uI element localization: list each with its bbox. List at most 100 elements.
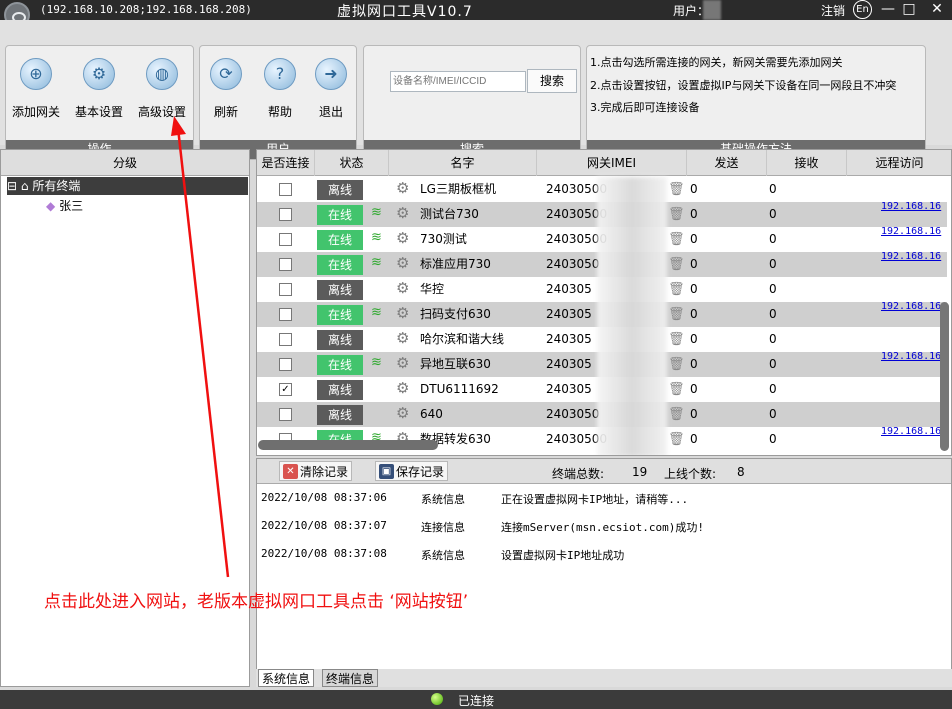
status-badge: 离线 bbox=[317, 380, 363, 400]
delete-icon[interactable]: 🗑 bbox=[668, 232, 685, 247]
total-count: 19 bbox=[632, 465, 648, 479]
connect-checkbox[interactable] bbox=[279, 333, 292, 346]
delete-icon[interactable]: 🗑 bbox=[668, 307, 685, 322]
gateway-name: 华控 bbox=[420, 282, 445, 296]
help-icon: ? bbox=[264, 58, 296, 90]
send-count: 0 bbox=[690, 407, 698, 421]
log-type: 连接信息 bbox=[421, 521, 465, 534]
settings-gear-icon[interactable]: ⚙ bbox=[396, 381, 411, 396]
save-log-button[interactable]: ▣ 保存记录 bbox=[375, 461, 449, 481]
tree-item-zhangsan[interactable]: ◆ 张三 bbox=[46, 197, 83, 215]
send-count: 0 bbox=[690, 432, 698, 446]
add-gateway-icon: ⊕ bbox=[20, 58, 52, 90]
status-badge: 在线 bbox=[317, 305, 363, 325]
remote-access-link[interactable]: 192.168.16 bbox=[881, 201, 941, 212]
tab-system-info[interactable]: 系统信息 bbox=[258, 669, 315, 687]
basic-settings-button[interactable]: ⚙ 基本设置 bbox=[69, 58, 129, 120]
receive-count: 0 bbox=[769, 357, 777, 371]
vertical-scrollbar[interactable] bbox=[940, 302, 949, 451]
delete-icon[interactable]: 🗑 bbox=[668, 207, 685, 222]
remote-access-link[interactable]: 192.168.16 bbox=[881, 251, 941, 262]
settings-gear-icon[interactable]: ⚙ bbox=[396, 356, 411, 371]
advanced-settings-button[interactable]: ◍ 高级设置 bbox=[132, 58, 192, 120]
operations-group: ⊕添加网关 ⚙基本设置 ◍高级设置 操作 bbox=[5, 45, 194, 160]
status-badge: 离线 bbox=[317, 405, 363, 425]
settings-gear-icon[interactable]: ⚙ bbox=[396, 281, 411, 296]
log-time: 2022/10/08 08:37:07 bbox=[261, 519, 387, 532]
tree-item-label: 张三 bbox=[59, 199, 84, 213]
delete-icon[interactable]: 🗑 bbox=[668, 357, 685, 372]
log-message: 正在设置虚拟网卡IP地址，请稍等... bbox=[501, 493, 689, 506]
connect-checkbox[interactable] bbox=[279, 183, 292, 196]
receive-count: 0 bbox=[769, 382, 777, 396]
remote-access-link[interactable]: 192.168.16 bbox=[881, 351, 941, 362]
language-toggle[interactable]: En bbox=[853, 0, 872, 19]
close-button[interactable]: ✕ bbox=[929, 0, 945, 20]
annotation-text: 点击此处进入网站，老版本虚拟网口工具点击 ‘网站按钮’ bbox=[44, 592, 469, 612]
minimize-button[interactable]: — bbox=[880, 0, 896, 20]
receive-count: 0 bbox=[769, 257, 777, 271]
send-count: 0 bbox=[690, 182, 698, 196]
maximize-button[interactable]: □ bbox=[901, 0, 917, 20]
status-badge: 在线 bbox=[317, 255, 363, 275]
delete-icon[interactable]: 🗑 bbox=[668, 282, 685, 297]
tree-collapse-icon[interactable]: ⊟ bbox=[7, 179, 21, 193]
receive-count: 0 bbox=[769, 232, 777, 246]
delete-icon[interactable]: 🗑 bbox=[668, 432, 685, 447]
layers-icon: ◆ bbox=[46, 199, 56, 213]
window-title: 虚拟网口工具V10.7 bbox=[337, 4, 473, 20]
connect-checkbox[interactable] bbox=[279, 308, 292, 321]
search-button[interactable]: 搜索 bbox=[527, 69, 577, 93]
gateway-name: DTU6111692 bbox=[420, 382, 499, 396]
wifi-icon: ≋ bbox=[371, 230, 382, 245]
gateway-imei: 240305 bbox=[546, 357, 592, 371]
horizontal-scrollbar[interactable] bbox=[258, 440, 438, 450]
clear-log-button[interactable]: ✕ 清除记录 bbox=[279, 461, 353, 481]
delete-icon[interactable]: 🗑 bbox=[668, 332, 685, 347]
status-bar: 已连接 bbox=[0, 690, 952, 709]
connect-checkbox[interactable] bbox=[279, 358, 292, 371]
delete-icon[interactable]: 🗑 bbox=[668, 257, 685, 272]
gateway-name: 异地互联630 bbox=[420, 357, 491, 371]
add-gateway-button[interactable]: ⊕ 添加网关 bbox=[6, 58, 66, 120]
connect-checkbox[interactable] bbox=[279, 283, 292, 296]
connect-checkbox[interactable] bbox=[279, 408, 292, 421]
connect-checkbox[interactable]: ✓ bbox=[279, 383, 292, 396]
connect-checkbox[interactable] bbox=[279, 233, 292, 246]
log-type: 系统信息 bbox=[421, 549, 465, 562]
remote-access-link[interactable]: 192.168.16 bbox=[881, 426, 941, 437]
settings-gear-icon[interactable]: ⚙ bbox=[396, 206, 411, 221]
column-header: 发送 bbox=[687, 150, 767, 176]
settings-gear-icon[interactable]: ⚙ bbox=[396, 306, 411, 321]
tree-item-all-terminals[interactable]: ⊟ ⌂ 所有终端 bbox=[7, 177, 248, 195]
search-input[interactable] bbox=[390, 71, 526, 92]
tab-terminal-info[interactable]: 终端信息 bbox=[322, 669, 379, 687]
settings-gear-icon[interactable]: ⚙ bbox=[396, 181, 411, 196]
column-header: 是否连接 bbox=[257, 150, 315, 176]
toolbar: ⊕添加网关 ⚙基本设置 ◍高级设置 操作 ⟳刷新 ?帮助 ➜退出 用户 搜索 搜… bbox=[0, 20, 952, 160]
user-name-mask bbox=[703, 0, 721, 20]
settings-gear-icon[interactable]: ⚙ bbox=[396, 406, 411, 421]
settings-gear-icon[interactable]: ⚙ bbox=[396, 256, 411, 271]
refresh-button[interactable]: ⟳ 刷新 bbox=[196, 58, 256, 120]
table-header: 是否连接 状态 名字 网关IMEI 发送 接收 远程访问 bbox=[257, 150, 951, 176]
receive-count: 0 bbox=[769, 307, 777, 321]
delete-icon[interactable]: 🗑 bbox=[668, 407, 685, 422]
remote-access-link[interactable]: 192.168.16 bbox=[881, 226, 941, 237]
send-count: 0 bbox=[690, 232, 698, 246]
exit-icon: ➜ bbox=[315, 58, 347, 90]
settings-gear-icon[interactable]: ⚙ bbox=[396, 231, 411, 246]
status-badge: 离线 bbox=[317, 180, 363, 200]
connect-checkbox[interactable] bbox=[279, 208, 292, 221]
tree-item-label: 所有终端 bbox=[32, 179, 81, 193]
logout-link[interactable]: 注销 bbox=[821, 2, 845, 19]
exit-button[interactable]: ➜ 退出 bbox=[301, 58, 361, 120]
remote-access-link[interactable]: 192.168.16 bbox=[881, 301, 941, 312]
delete-icon[interactable]: 🗑 bbox=[668, 182, 685, 197]
settings-gear-icon[interactable]: ⚙ bbox=[396, 331, 411, 346]
connect-checkbox[interactable] bbox=[279, 258, 292, 271]
delete-icon[interactable]: 🗑 bbox=[668, 382, 685, 397]
gear-icon: ⚙ bbox=[83, 58, 115, 90]
column-header: 接收 bbox=[767, 150, 847, 176]
gateway-name: LG三期板框机 bbox=[420, 182, 496, 196]
